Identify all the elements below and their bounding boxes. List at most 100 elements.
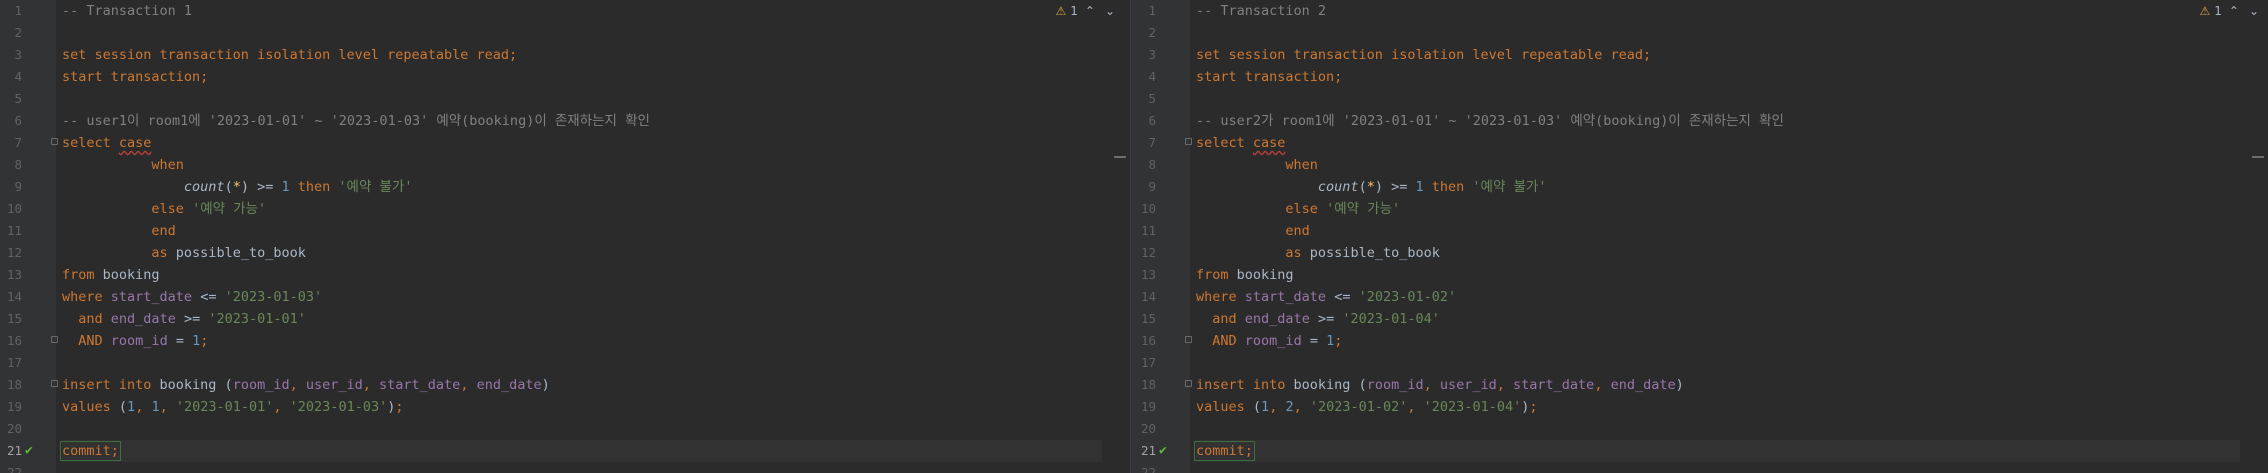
code-line[interactable]: 7 select case [14, 132, 1102, 154]
line-number[interactable]: 2 [0, 22, 22, 44]
line-number[interactable]: 14 [0, 286, 22, 308]
line-number[interactable]: 13 [0, 264, 22, 286]
scrollbar-warning-mark[interactable] [2252, 156, 2264, 158]
line-number[interactable]: 22 [1134, 462, 1156, 473]
line-number[interactable]: 12 [0, 242, 22, 264]
code-line[interactable]: 10 else '예약 가능' [1141, 198, 2240, 220]
code-line[interactable]: 14 where start_date <= '2023-01-02' [1141, 286, 2240, 308]
line-number[interactable]: 11 [1134, 220, 1156, 242]
code-line[interactable]: 2 [1148, 22, 2240, 44]
code-line[interactable]: 17 [1141, 352, 2240, 374]
fold-icon[interactable] [51, 138, 58, 145]
line-number[interactable]: 21 [0, 440, 22, 462]
line-number[interactable]: 6 [1134, 110, 1156, 132]
line-number[interactable]: 3 [0, 44, 22, 66]
code-line[interactable]: 17 [7, 352, 1102, 374]
code-line[interactable]: 6 -- user2가 room1에 '2023-01-01' ~ '2023-0… [1148, 110, 2240, 132]
code-line[interactable]: 12 as possible_to_book [7, 242, 1102, 264]
chevron-up-icon[interactable]: ⌃ [1082, 4, 1098, 18]
line-number[interactable]: 1 [1134, 0, 1156, 22]
line-number[interactable]: 17 [0, 352, 22, 374]
line-number[interactable]: 9 [0, 176, 22, 198]
editor-pane-transaction-1[interactable]: 1 -- Transaction 1 2 3 set session transacti… [0, 0, 1130, 473]
code-line[interactable]: 6 -- user1이 room1에 '2023-01-01' ~ '2023-0… [14, 110, 1102, 132]
line-number[interactable]: 13 [1134, 264, 1156, 286]
line-number[interactable]: 19 [0, 396, 22, 418]
code-line[interactable]: 3 set session transaction isolation level… [1148, 44, 2240, 66]
code-line[interactable]: 7 select case [1148, 132, 2240, 154]
line-number[interactable]: 11 [0, 220, 22, 242]
code-line[interactable]: 10 else '예약 가능' [7, 198, 1102, 220]
line-number[interactable]: 19 [1134, 396, 1156, 418]
code-line[interactable]: 9 count(*) >= 1 then '예약 불가' [14, 176, 1102, 198]
line-number[interactable]: 4 [0, 66, 22, 88]
line-number[interactable]: 20 [1134, 418, 1156, 440]
code-area[interactable]: 1 -- Transaction 2 2 3 set session transacti… [1141, 0, 2240, 473]
code-line[interactable]: 11 end [1141, 220, 2240, 242]
scrollbar-warning-mark[interactable] [1114, 156, 1126, 158]
code-line[interactable]: 21 ✔ commit; [7, 440, 1102, 462]
code-line[interactable]: 8 when [14, 154, 1102, 176]
line-number[interactable]: 7 [0, 132, 22, 154]
line-number[interactable]: 17 [1134, 352, 1156, 374]
code-line[interactable]: 15 and end_date >= '2023-01-04' [1141, 308, 2240, 330]
code-line[interactable]: 21 ✔ commit; [1141, 440, 2240, 462]
code-line[interactable]: 12 as possible_to_book [1141, 242, 2240, 264]
code-line[interactable]: 19 values (1, 2, '2023-01-02', '2023-01-0… [1141, 396, 2240, 418]
line-number[interactable]: 12 [1134, 242, 1156, 264]
code-line[interactable]: 18 insert into booking (room_id, user_id,… [1141, 374, 2240, 396]
line-number[interactable]: 5 [0, 88, 22, 110]
code-line[interactable]: 18 insert into booking (room_id, user_id,… [7, 374, 1102, 396]
code-line[interactable]: 9 count(*) >= 1 then '예약 불가' [1148, 176, 2240, 198]
fold-icon[interactable] [1185, 336, 1192, 343]
line-number[interactable]: 18 [1134, 374, 1156, 396]
fold-icon[interactable] [1185, 138, 1192, 145]
inspection-widget[interactable]: ⚠ 1 ⌃ ⌄ [1055, 3, 1118, 19]
line-number[interactable]: 1 [0, 0, 22, 22]
fold-icon[interactable] [51, 336, 58, 343]
line-number[interactable]: 16 [0, 330, 22, 352]
line-number[interactable]: 10 [1134, 198, 1156, 220]
code-line[interactable]: 13 from booking [7, 264, 1102, 286]
line-number[interactable]: 4 [1134, 66, 1156, 88]
code-line[interactable]: 11 end [7, 220, 1102, 242]
code-line[interactable]: 4 start transaction; [14, 66, 1102, 88]
line-number[interactable]: 2 [1134, 22, 1156, 44]
line-number[interactable]: 6 [0, 110, 22, 132]
code-line[interactable]: 1 -- Transaction 1 [14, 0, 1102, 22]
line-number[interactable]: 20 [0, 418, 22, 440]
code-line[interactable]: 20 [1141, 418, 2240, 440]
inspection-widget[interactable]: ⚠ 1 ⌃ ⌄ [2199, 3, 2262, 19]
code-line[interactable]: 19 values (1, 1, '2023-01-01', '2023-01-0… [7, 396, 1102, 418]
line-number[interactable]: 9 [1134, 176, 1156, 198]
code-line[interactable]: 5 [1148, 88, 2240, 110]
code-line[interactable]: 13 from booking [1141, 264, 2240, 286]
code-line[interactable]: 8 when [1148, 154, 2240, 176]
code-line[interactable]: 1 -- Transaction 2 [1148, 0, 2240, 22]
code-line[interactable]: 16 AND room_id = 1; [7, 330, 1102, 352]
code-line[interactable]: 3 set session transaction isolation level… [14, 44, 1102, 66]
line-number[interactable]: 16 [1134, 330, 1156, 352]
line-number[interactable]: 21 [1134, 440, 1156, 462]
code-line[interactable]: 16 AND room_id = 1; [1141, 330, 2240, 352]
fold-icon[interactable] [1185, 380, 1192, 387]
code-line[interactable]: 22 [1141, 462, 2240, 473]
line-number[interactable]: 14 [1134, 286, 1156, 308]
line-number[interactable]: 3 [1134, 44, 1156, 66]
code-area[interactable]: 1 -- Transaction 1 2 3 set session transacti… [7, 0, 1102, 473]
code-line[interactable]: 4 start transaction; [1148, 66, 2240, 88]
line-number[interactable]: 22 [0, 462, 22, 473]
line-number[interactable]: 10 [0, 198, 22, 220]
line-number[interactable]: 15 [0, 308, 22, 330]
line-number[interactable]: 8 [1134, 154, 1156, 176]
code-line[interactable]: 20 [7, 418, 1102, 440]
line-number[interactable]: 8 [0, 154, 22, 176]
code-line[interactable]: 22 [7, 462, 1102, 473]
code-line[interactable]: 14 where start_date <= '2023-01-03' [7, 286, 1102, 308]
chevron-down-icon[interactable]: ⌄ [2246, 4, 2262, 18]
line-number[interactable]: 5 [1134, 88, 1156, 110]
code-line[interactable]: 5 [14, 88, 1102, 110]
line-number[interactable]: 18 [0, 374, 22, 396]
code-line[interactable]: 2 [14, 22, 1102, 44]
line-number[interactable]: 15 [1134, 308, 1156, 330]
